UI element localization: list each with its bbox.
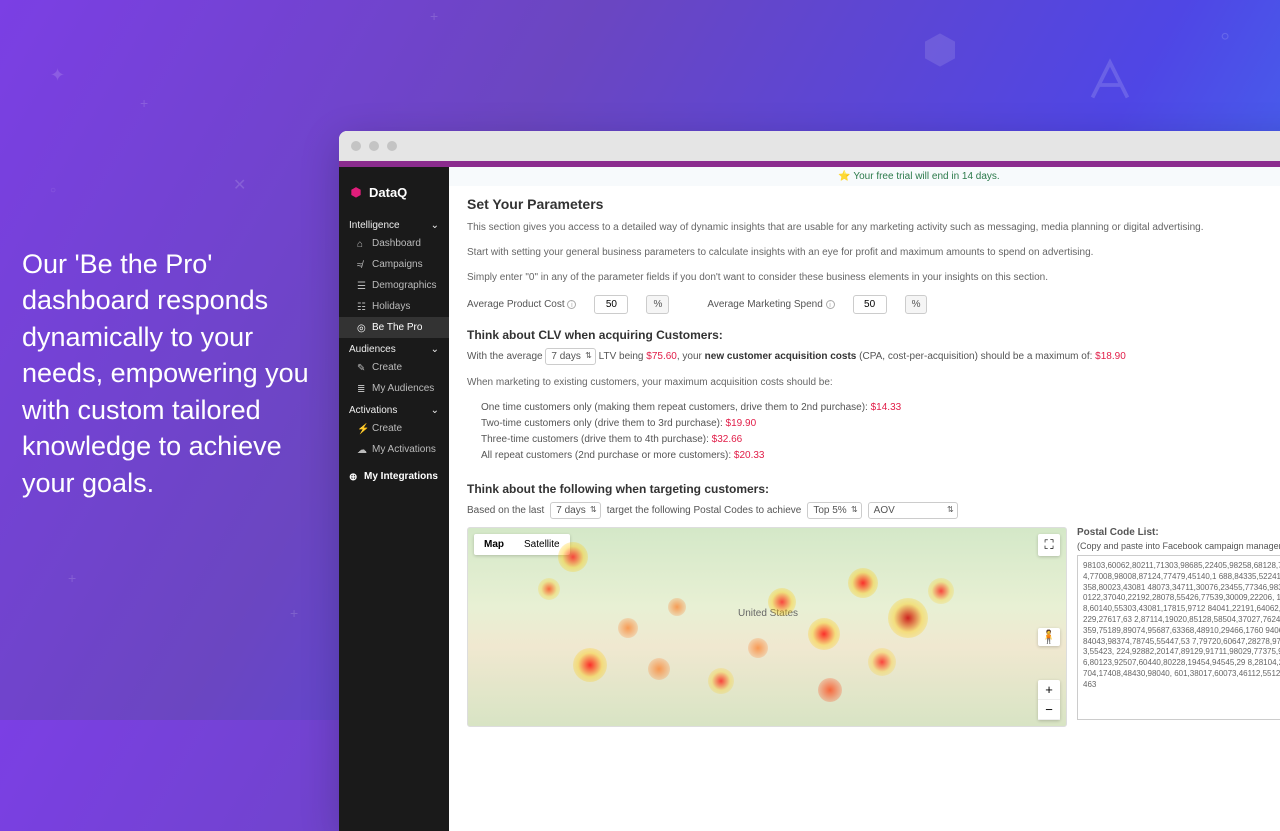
- browser-window: DataQ Intelligence ⌄ ⌂Dashboard ≉Campaig…: [339, 131, 1280, 831]
- fullscreen-button[interactable]: ⛶: [1038, 534, 1060, 556]
- section-heading-parameters: Set Your Parameters: [467, 196, 1280, 212]
- pegman-icon[interactable]: 🧍: [1038, 628, 1060, 646]
- zoom-out-button[interactable]: −: [1038, 700, 1060, 720]
- sidebar-item-demographics[interactable]: ☰Demographics: [339, 275, 449, 296]
- pct-label: %: [646, 295, 669, 314]
- params-desc-1: This section gives you access to a detai…: [467, 220, 1280, 235]
- maximize-dot[interactable]: [387, 141, 397, 151]
- sidebar-item-integrations[interactable]: ⊕My Integrations: [339, 466, 449, 487]
- trial-banner: ⭐ Your free trial will end in 14 days.: [449, 167, 1280, 186]
- section-heading-targeting: Think about the following when targeting…: [467, 482, 1280, 496]
- bolt-icon: ⚡: [357, 424, 367, 434]
- avg-cost-label: Average Product Cost: [467, 299, 565, 310]
- map-type-tabs: Map Satellite: [474, 534, 570, 555]
- nav-section-audiences[interactable]: Audiences ⌄: [339, 338, 449, 357]
- pct-label: %: [905, 295, 928, 314]
- browser-chrome: [339, 131, 1280, 161]
- postal-list-title: Postal Code List:: [1077, 527, 1280, 538]
- sidebar-item-be-the-pro[interactable]: ◎Be The Pro: [339, 317, 449, 338]
- params-desc-2: Start with setting your general business…: [467, 245, 1280, 260]
- sidebar-item-holidays[interactable]: ☷Holidays: [339, 296, 449, 317]
- zoom-controls: + −: [1038, 680, 1060, 720]
- sidebar-item-create-activation[interactable]: ⚡Create: [339, 418, 449, 439]
- close-dot[interactable]: [351, 141, 361, 151]
- chevron-down-icon: ⌄: [431, 405, 439, 416]
- sidebar-item-my-audiences[interactable]: ≣My Audiences: [339, 378, 449, 399]
- logo[interactable]: DataQ: [339, 177, 449, 214]
- demographics-icon: ☰: [357, 281, 367, 291]
- params-desc-3: Simply enter "0" in any of the parameter…: [467, 270, 1280, 285]
- minimize-dot[interactable]: [369, 141, 379, 151]
- sidebar: DataQ Intelligence ⌄ ⌂Dashboard ≉Campaig…: [339, 167, 449, 831]
- postal-hint: (Copy and paste into Facebook campaign m…: [1077, 541, 1280, 551]
- clv-period-select[interactable]: 7 days: [545, 348, 595, 365]
- target-icon: ◎: [357, 323, 367, 333]
- campaigns-icon: ≉: [357, 260, 367, 270]
- chevron-down-icon: ⌄: [431, 344, 439, 355]
- targeting-percentile-select[interactable]: Top 5%: [807, 502, 861, 519]
- postal-codes-textarea[interactable]: 98103,60062,80211,71303,98685,22405,9825…: [1077, 555, 1280, 720]
- targeting-period-select[interactable]: 7 days: [550, 502, 600, 519]
- nav-section-intelligence[interactable]: Intelligence ⌄: [339, 214, 449, 233]
- heatmap[interactable]: Map Satellite ⛶ 🧍 + − United States: [467, 527, 1067, 727]
- home-icon: ⌂: [357, 239, 367, 249]
- holidays-icon: ☷: [357, 302, 367, 312]
- sidebar-item-campaigns[interactable]: ≉Campaigns: [339, 254, 449, 275]
- tier-list: One time customers only (making them rep…: [481, 400, 1280, 464]
- info-icon[interactable]: i: [567, 300, 576, 309]
- marketing-tagline: Our 'Be the Pro' dashboard responds dyna…: [22, 246, 322, 501]
- existing-intro: When marketing to existing customers, yo…: [467, 375, 1280, 390]
- clv-summary-row: With the average 7 days LTV being $75.60…: [467, 348, 1280, 365]
- avg-cost-input[interactable]: [594, 295, 628, 314]
- avg-spend-input[interactable]: [853, 295, 887, 314]
- targeting-label-1: Based on the last: [467, 505, 544, 516]
- nav-section-activations[interactable]: Activations ⌄: [339, 399, 449, 418]
- sidebar-item-my-activations[interactable]: ☁My Activations: [339, 439, 449, 460]
- logo-icon: [349, 186, 363, 200]
- map-tab-map[interactable]: Map: [474, 534, 514, 555]
- sidebar-item-dashboard[interactable]: ⌂Dashboard: [339, 233, 449, 254]
- brand-name: DataQ: [369, 185, 407, 200]
- chevron-down-icon: ⌄: [431, 220, 439, 231]
- zoom-in-button[interactable]: +: [1038, 680, 1060, 700]
- create-icon: ✎: [357, 363, 367, 373]
- list-icon: ≣: [357, 384, 367, 394]
- main-content: ⭐ Your free trial will end in 14 days. S…: [449, 167, 1280, 831]
- globe-icon: ⊕: [349, 472, 359, 482]
- targeting-metric-select[interactable]: AOV: [868, 502, 958, 519]
- avg-spend-label: Average Marketing Spend: [707, 299, 822, 310]
- targeting-label-2: target the following Postal Codes to ach…: [607, 505, 802, 516]
- section-heading-clv: Think about CLV when acquiring Customers…: [467, 328, 1280, 342]
- cloud-icon: ☁: [357, 445, 367, 455]
- sidebar-item-create-audience[interactable]: ✎Create: [339, 357, 449, 378]
- cpa-max-value: $18.90: [1095, 351, 1126, 362]
- ltv-value: $75.60: [646, 351, 677, 362]
- info-icon[interactable]: i: [826, 300, 835, 309]
